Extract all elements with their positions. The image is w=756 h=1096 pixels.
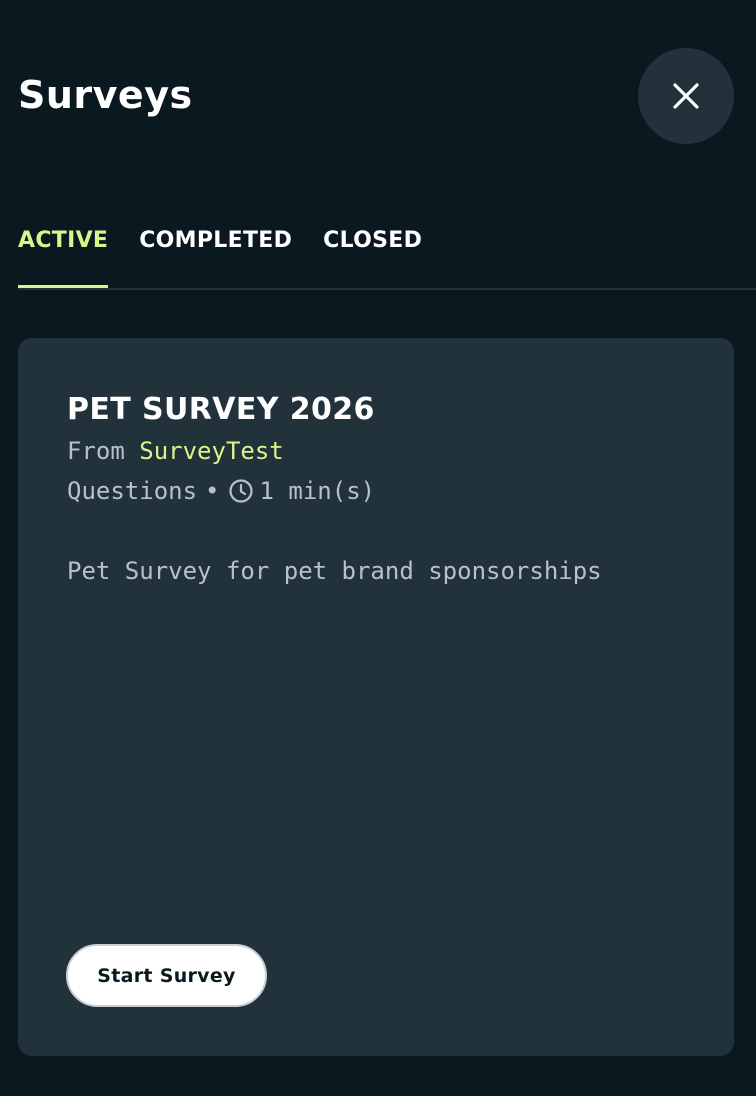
surveys-panel: Surveys ACTIVE COMPLETED CLOSED PET SURV… (0, 0, 756, 1096)
close-icon (672, 82, 700, 110)
meta-separator: • (205, 477, 220, 505)
close-button[interactable] (638, 48, 734, 144)
survey-title: PET SURVEY 2026 (67, 392, 375, 427)
from-label: From (67, 437, 125, 465)
survey-tabs: ACTIVE COMPLETED CLOSED (18, 222, 453, 288)
tab-closed[interactable]: CLOSED (323, 222, 422, 288)
questions-label: Questions (67, 477, 198, 505)
tab-completed[interactable]: COMPLETED (139, 222, 292, 288)
survey-from: From SurveyTest (67, 432, 284, 470)
page-title: Surveys (18, 73, 193, 117)
survey-sender: SurveyTest (139, 437, 284, 465)
start-survey-button[interactable]: Start Survey (66, 944, 267, 1007)
survey-card: PET SURVEY 2026 From SurveyTest Question… (18, 338, 734, 1056)
survey-duration: 1 min(s) (259, 477, 376, 505)
clock-icon (228, 478, 254, 504)
survey-description: Pet Survey for pet brand sponsorships (67, 557, 602, 585)
tabs-divider (18, 288, 756, 290)
tab-active[interactable]: ACTIVE (18, 222, 109, 288)
survey-meta: Questions • 1 min(s) (67, 472, 375, 510)
